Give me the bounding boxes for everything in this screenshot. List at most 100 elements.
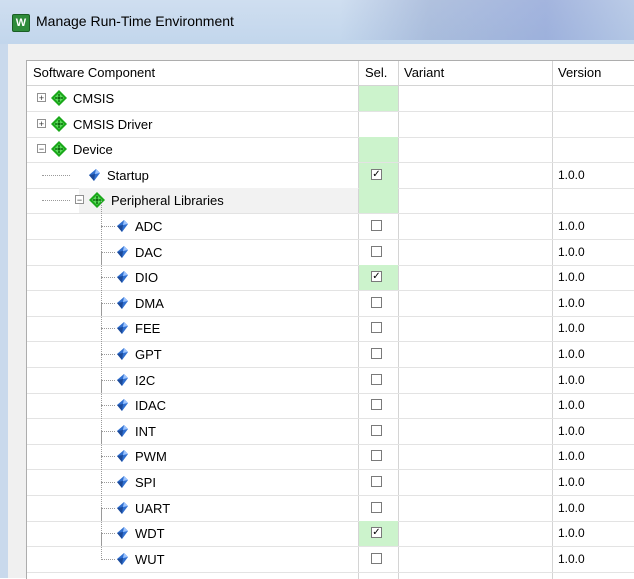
select-checkbox[interactable] [371,297,382,308]
collapse-icon[interactable]: − [75,195,84,205]
tree-row[interactable]: IDAC 1.0.0 [27,380,634,419]
component-label: INT [135,424,156,439]
expand-icon[interactable]: + [37,93,46,103]
component-diamond-icon [51,116,67,132]
tree-row[interactable]: + CMSIS [27,86,634,112]
column-header-sel[interactable]: Sel. [365,61,387,85]
component-label: DMA [135,296,164,311]
select-checkbox[interactable] [371,374,382,385]
select-checkbox[interactable] [371,246,382,257]
app-icon: W [12,14,30,32]
select-checkbox[interactable]: ✓ [371,527,382,538]
tree-connector [101,456,115,458]
component-label: Device [73,142,113,157]
select-checkbox[interactable] [371,502,382,513]
blue-gem-icon [115,526,129,540]
window-frame: W Manage Run-Time Environment Software C… [0,0,634,579]
blue-gem-icon [115,449,129,463]
component-label: UART [135,501,171,516]
component-label: WDT [135,526,165,541]
tree-row[interactable]: WDT ✓ 1.0.0 [27,508,634,547]
version-value: 1.0.0 [558,449,585,463]
blue-gem-icon [115,501,129,515]
component-label: CMSIS Driver [73,117,153,132]
version-value: 1.0.0 [558,347,585,361]
tree-row[interactable]: GPT 1.0.0 [27,329,634,368]
blue-gem-icon [115,321,129,335]
blue-gem-icon [115,552,129,566]
blue-gem-icon [115,245,129,259]
tree-row[interactable]: INT 1.0.0 [27,406,634,445]
tree-row[interactable]: I2C 1.0.0 [27,355,634,394]
tree-row[interactable]: − Device [27,137,634,163]
column-header-software-component[interactable]: Software Component [33,61,155,85]
tree-row[interactable]: DAC 1.0.0 [27,227,634,266]
select-checkbox[interactable] [371,476,382,487]
version-value: 1.0.0 [558,398,585,412]
component-label: DAC [135,245,163,260]
tree-connector [101,482,115,484]
tree-connector [101,328,115,330]
select-checkbox[interactable] [371,322,382,333]
tree-connector [101,252,115,254]
component-grid: Software Component Sel. Variant Version … [26,60,634,579]
component-diamond-icon [51,90,67,106]
select-checkbox[interactable]: ✓ [371,271,382,282]
tree-connector [101,534,103,560]
select-checkbox[interactable] [371,553,382,564]
tree-row[interactable]: WUT 1.0.0 [27,534,634,573]
version-value: 1.0.0 [558,501,585,515]
tree-row[interactable]: + CMSIS Driver [27,112,634,138]
sel-cell [359,112,398,137]
component-label: DIO [135,270,159,285]
tree-row[interactable]: DIO ✓ 1.0.0 [27,252,634,291]
version-value: 1.0.0 [558,373,585,387]
select-checkbox[interactable] [371,220,382,231]
component-label: FEE [135,321,161,336]
sel-cell [359,188,398,213]
tree-row[interactable]: FEE 1.0.0 [27,303,634,342]
tree-row[interactable]: UART 1.0.0 [27,483,634,522]
tree-row[interactable]: Startup ✓ 1.0.0 [27,163,634,189]
column-header-variant[interactable]: Variant [404,61,444,85]
collapse-icon[interactable]: − [37,144,46,154]
component-label: Startup [107,168,149,183]
blue-gem-icon [115,398,129,412]
tree-connector [101,303,115,305]
blue-gem-icon [115,347,129,361]
select-checkbox[interactable] [371,450,382,461]
version-value: 1.0.0 [558,270,585,284]
select-checkbox[interactable] [371,348,382,359]
component-label: WUT [135,552,165,567]
version-value: 1.0.0 [558,296,585,310]
tree-connector [101,431,115,433]
tree-connector [101,559,115,561]
component-label: SPI [135,475,156,490]
tree-connector [101,405,115,407]
tree-row[interactable]: ADC 1.0.0 [27,201,634,240]
tree-connector [101,277,115,279]
component-label: ADC [135,219,163,234]
component-diamond-icon [51,141,67,157]
select-checkbox[interactable] [371,425,382,436]
version-value: 1.0.0 [558,168,585,182]
window-border-left [0,44,8,578]
select-checkbox[interactable] [371,399,382,410]
component-label: I2C [135,373,156,388]
tree-row[interactable]: SPI 1.0.0 [27,457,634,496]
tree-row[interactable]: PWM 1.0.0 [27,431,634,470]
tree-connector [101,354,115,356]
tree-row[interactable]: − Peripheral Libraries [27,188,634,214]
version-value: 1.0.0 [558,219,585,233]
column-header-version[interactable]: Version [558,61,601,85]
version-value: 1.0.0 [558,245,585,259]
component-label: CMSIS [73,91,115,106]
tree-connector [101,226,115,228]
window-title: Manage Run-Time Environment [36,13,234,29]
component-label: PWM [135,449,167,464]
tree-connector [42,200,70,202]
select-checkbox[interactable]: ✓ [371,169,382,180]
expand-icon[interactable]: + [37,119,46,129]
version-value: 1.0.0 [558,424,585,438]
tree-row[interactable]: DMA 1.0.0 [27,278,634,317]
